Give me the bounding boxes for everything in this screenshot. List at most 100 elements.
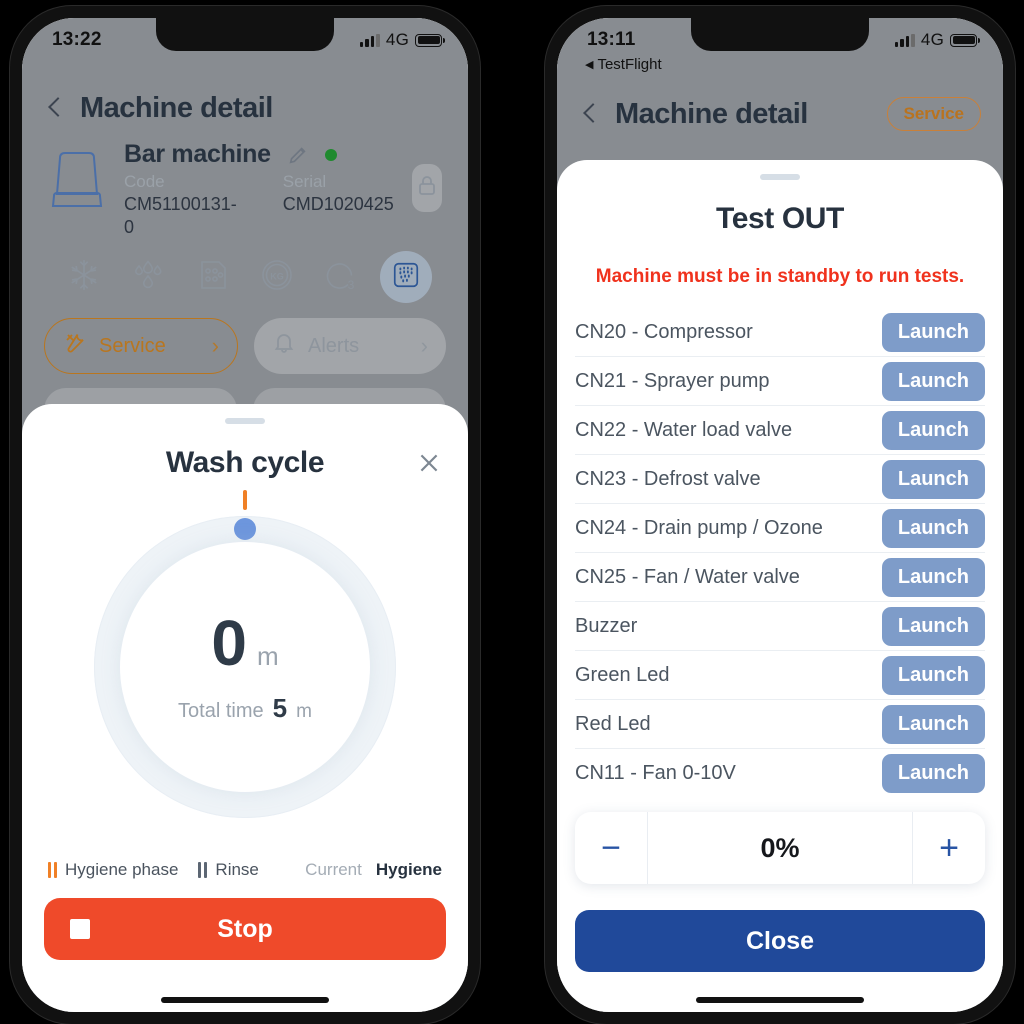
return-to-testflight[interactable]: ◀ TestFlight — [585, 56, 662, 73]
machine-name: Bar machine — [124, 140, 271, 168]
test-row: CN23 - Defrost valve Launch — [575, 455, 985, 504]
status-dot — [324, 148, 337, 161]
percent-stepper: − 0% + — [575, 812, 985, 884]
chevron-right-icon: › — [211, 333, 219, 358]
launch-button[interactable]: Launch — [881, 361, 985, 401]
nav-bar-right: Machine detail Service — [557, 84, 1003, 144]
wash-cycle-gauge: 0 m Total time 5 m — [94, 490, 396, 818]
test-out-sheet: Test OUT Machine must be in standby to r… — [557, 160, 1003, 1012]
page-title: Machine detail — [80, 91, 273, 124]
standby-warning: Machine must be in standby to run tests. — [595, 266, 965, 287]
feature-tab-water[interactable] — [122, 251, 174, 303]
launch-button[interactable]: Launch — [881, 410, 985, 450]
sheet-grabber[interactable] — [225, 418, 265, 424]
percent-value: 0% — [647, 812, 913, 884]
test-row: CN22 - Water load valve Launch — [575, 406, 985, 455]
test-label: CN11 - Fan 0-10V — [575, 762, 736, 784]
gauge-readout: 0 m Total time 5 m — [120, 542, 370, 792]
total-time-unit: m — [296, 700, 312, 722]
sheet-title: Test OUT — [716, 202, 844, 235]
launch-button[interactable]: Launch — [881, 312, 985, 352]
test-row: CN20 - Compressor Launch — [575, 308, 985, 357]
phone-left-screen: Machine detail Bar machine Code CM511001… — [22, 18, 468, 1012]
launch-button[interactable]: Launch — [881, 655, 985, 695]
phase-2-bars-icon — [198, 862, 208, 878]
test-row: Green Led Launch — [575, 651, 985, 700]
phase-legend: Hygiene phase Rinse Current Hygiene — [22, 860, 468, 880]
machine-summary: Bar machine Code CM51100131-0 Serial CMD… — [22, 140, 468, 238]
feature-tab-snowflake[interactable] — [58, 251, 110, 303]
signal-icon — [894, 33, 915, 47]
home-indicator-left — [161, 997, 329, 1003]
kg-icon: KG — [260, 258, 294, 297]
test-label: CN20 - Compressor — [575, 320, 753, 343]
feature-tab-kg[interactable]: KG — [251, 251, 303, 303]
chevron-left-icon[interactable] — [579, 103, 601, 125]
bell-icon — [272, 331, 296, 361]
close-x-icon[interactable] — [416, 450, 442, 476]
stop-button-label: Stop — [217, 914, 273, 943]
test-label: Red Led — [575, 712, 651, 735]
increment-button[interactable]: + — [913, 812, 985, 884]
battery-icon — [415, 33, 445, 47]
test-row: Buzzer Launch — [575, 602, 985, 651]
ice-tray-icon — [197, 258, 229, 297]
machine-illustration-icon — [48, 148, 106, 214]
code-label: Code — [124, 172, 165, 191]
status-time: 13:11 — [587, 29, 636, 50]
feature-tab-ozone[interactable]: 3 — [316, 251, 368, 303]
test-label: CN24 - Drain pump / Ozone — [575, 516, 823, 539]
service-badge[interactable]: Service — [886, 97, 981, 131]
test-label: CN23 - Defrost valve — [575, 467, 761, 490]
action-button-row: Service › Alerts › — [22, 318, 468, 374]
lock-button[interactable] — [411, 164, 442, 212]
snowflake-icon — [67, 258, 101, 297]
phone-right-screen: Machine detail Service 13:11 4G ◀ TestFl… — [557, 18, 1003, 1012]
sheet-title: Wash cycle — [165, 446, 325, 479]
wash-spray-icon — [391, 259, 421, 296]
service-button[interactable]: Service › — [44, 318, 238, 374]
code-value: CM51100131-0 — [124, 194, 237, 237]
launch-button[interactable]: Launch — [881, 459, 985, 499]
feature-tab-ice-tray[interactable] — [187, 251, 239, 303]
alerts-button-label: Alerts — [308, 334, 360, 357]
launch-button[interactable]: Launch — [881, 508, 985, 548]
stop-button[interactable]: Stop — [44, 898, 446, 960]
triangle-left-icon: ◀ — [585, 59, 594, 71]
test-label: CN22 - Water load valve — [575, 418, 793, 441]
feature-tab-wash[interactable] — [379, 251, 432, 303]
wash-cycle-sheet: Wash cycle 0 m Total time 5 m Hygiene ph… — [22, 404, 468, 1012]
test-out-list[interactable]: CN20 - Compressor Launch CN21 - Sprayer pu… — [557, 308, 1003, 798]
total-time-value: 5 — [272, 692, 288, 723]
phone-right: Machine detail Service 13:11 4G ◀ TestFl… — [545, 6, 1015, 1024]
page-title: Machine detail — [615, 97, 808, 130]
svg-text:KG: KG — [270, 271, 284, 281]
pencil-icon[interactable] — [287, 144, 309, 166]
network-label: 4G — [385, 30, 409, 49]
svg-text:3: 3 — [347, 278, 354, 292]
alerts-button[interactable]: Alerts › — [254, 318, 446, 374]
decrement-button[interactable]: − — [575, 812, 647, 884]
test-label: CN21 - Sprayer pump — [575, 369, 770, 392]
return-app-label: TestFlight — [597, 56, 662, 73]
test-row: CN21 - Sprayer pump Launch — [575, 357, 985, 406]
launch-button[interactable]: Launch — [881, 606, 985, 646]
launch-button[interactable]: Launch — [881, 754, 985, 793]
signal-icon — [359, 33, 380, 47]
test-label: CN25 - Fan / Water valve — [575, 565, 800, 588]
sheet-grabber[interactable] — [760, 174, 800, 180]
gauge-knob[interactable] — [234, 518, 256, 540]
launch-button[interactable]: Launch — [881, 704, 985, 744]
elapsed-value: 0 — [211, 606, 247, 679]
test-row: CN25 - Fan / Water valve Launch — [575, 553, 985, 602]
current-label: Current — [305, 860, 362, 879]
dynamic-island — [156, 18, 334, 51]
tools-icon — [63, 331, 87, 361]
close-button[interactable]: Close — [575, 910, 985, 972]
lock-icon — [415, 174, 439, 203]
chevron-left-icon[interactable] — [44, 97, 66, 119]
test-label: Buzzer — [575, 614, 638, 637]
launch-button[interactable]: Launch — [881, 557, 985, 597]
current-value: Hygiene — [375, 860, 442, 879]
battery-icon — [950, 33, 980, 47]
